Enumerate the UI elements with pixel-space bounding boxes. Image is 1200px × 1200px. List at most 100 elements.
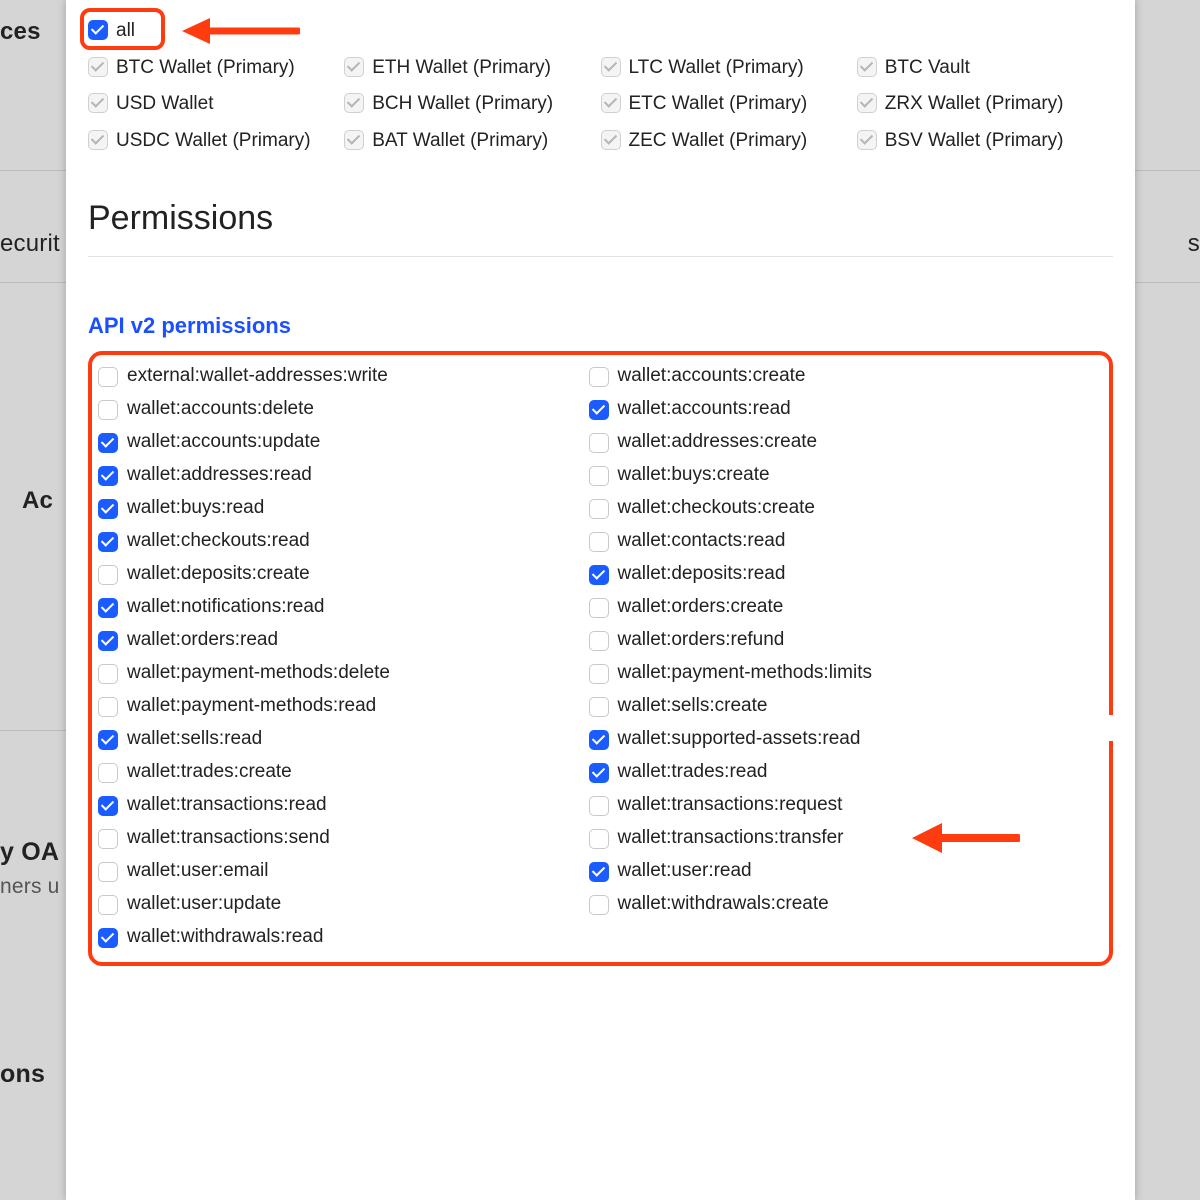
permission-item[interactable]: wallet:payment-methods:delete bbox=[98, 662, 579, 684]
checkbox[interactable] bbox=[589, 598, 609, 618]
permission-item[interactable]: wallet:user:read bbox=[589, 860, 1070, 882]
checkbox[interactable] bbox=[589, 829, 609, 849]
permission-item[interactable]: wallet:transactions:request bbox=[589, 794, 1070, 816]
account-item[interactable]: USD Wallet bbox=[88, 91, 344, 118]
account-item[interactable]: BCH Wallet (Primary) bbox=[344, 91, 600, 118]
permission-label: wallet:accounts:delete bbox=[127, 398, 314, 420]
permission-item[interactable]: wallet:accounts:read bbox=[589, 398, 1070, 420]
checkbox[interactable] bbox=[98, 631, 118, 651]
checkbox[interactable] bbox=[98, 598, 118, 618]
checkbox[interactable] bbox=[98, 763, 118, 783]
account-item[interactable]: USDC Wallet (Primary) bbox=[88, 128, 344, 155]
checkbox[interactable] bbox=[589, 631, 609, 651]
permission-item[interactable]: wallet:withdrawals:read bbox=[98, 926, 579, 948]
account-item[interactable]: ETH Wallet (Primary) bbox=[344, 55, 600, 82]
checkbox[interactable] bbox=[98, 895, 118, 915]
checkbox[interactable] bbox=[601, 93, 621, 113]
checkbox[interactable] bbox=[857, 93, 877, 113]
permission-item[interactable]: wallet:orders:read bbox=[98, 629, 579, 651]
permission-item[interactable]: wallet:buys:create bbox=[589, 464, 1070, 486]
checkbox[interactable] bbox=[589, 730, 609, 750]
checkbox-all[interactable] bbox=[88, 20, 108, 40]
checkbox[interactable] bbox=[98, 466, 118, 486]
permission-item[interactable]: wallet:accounts:delete bbox=[98, 398, 579, 420]
checkbox[interactable] bbox=[98, 367, 118, 387]
permission-item[interactable]: wallet:payment-methods:read bbox=[98, 695, 579, 717]
permission-item[interactable]: wallet:addresses:read bbox=[98, 464, 579, 486]
checkbox[interactable] bbox=[857, 130, 877, 150]
checkbox[interactable] bbox=[98, 730, 118, 750]
permission-item[interactable]: wallet:sells:read bbox=[98, 728, 579, 750]
permission-item[interactable]: wallet:contacts:read bbox=[589, 530, 1070, 552]
permission-item[interactable]: wallet:buys:read bbox=[98, 497, 579, 519]
checkbox[interactable] bbox=[98, 532, 118, 552]
checkbox[interactable] bbox=[857, 57, 877, 77]
checkbox[interactable] bbox=[98, 400, 118, 420]
permission-label: wallet:withdrawals:read bbox=[127, 926, 323, 948]
checkbox[interactable] bbox=[344, 130, 364, 150]
permission-item[interactable]: wallet:checkouts:create bbox=[589, 497, 1070, 519]
account-item[interactable]: BTC Vault bbox=[857, 55, 1113, 82]
account-item[interactable]: ZRX Wallet (Primary) bbox=[857, 91, 1113, 118]
checkbox[interactable] bbox=[88, 57, 108, 77]
checkbox[interactable] bbox=[344, 57, 364, 77]
account-item[interactable]: BAT Wallet (Primary) bbox=[344, 128, 600, 155]
checkbox[interactable] bbox=[589, 763, 609, 783]
checkbox[interactable] bbox=[589, 697, 609, 717]
checkbox[interactable] bbox=[344, 93, 364, 113]
permission-item[interactable]: wallet:accounts:create bbox=[589, 365, 1070, 387]
checkbox[interactable] bbox=[98, 664, 118, 684]
checkbox[interactable] bbox=[589, 532, 609, 552]
checkbox[interactable] bbox=[589, 565, 609, 585]
permission-item[interactable]: wallet:transactions:send bbox=[98, 827, 579, 849]
checkbox[interactable] bbox=[88, 130, 108, 150]
checkbox[interactable] bbox=[98, 433, 118, 453]
checkbox[interactable] bbox=[98, 862, 118, 882]
account-item[interactable]: BSV Wallet (Primary) bbox=[857, 128, 1113, 155]
permission-item[interactable]: wallet:deposits:read bbox=[589, 563, 1070, 585]
checkbox[interactable] bbox=[589, 499, 609, 519]
checkbox[interactable] bbox=[98, 565, 118, 585]
checkbox[interactable] bbox=[589, 862, 609, 882]
permission-item[interactable]: wallet:trades:read bbox=[589, 761, 1070, 783]
permission-item[interactable]: wallet:checkouts:read bbox=[98, 530, 579, 552]
permission-item[interactable]: wallet:sells:create bbox=[589, 695, 1070, 717]
permission-item[interactable]: wallet:supported-assets:read bbox=[589, 728, 1070, 750]
permission-item[interactable]: wallet:accounts:update bbox=[98, 431, 579, 453]
checkbox[interactable] bbox=[98, 697, 118, 717]
checkbox[interactable] bbox=[589, 400, 609, 420]
permission-label: wallet:transactions:transfer bbox=[618, 827, 844, 849]
permission-item[interactable]: wallet:user:update bbox=[98, 893, 579, 915]
checkbox[interactable] bbox=[98, 928, 118, 948]
checkbox[interactable] bbox=[589, 367, 609, 387]
checkbox[interactable] bbox=[589, 433, 609, 453]
checkbox[interactable] bbox=[98, 499, 118, 519]
account-item[interactable]: BTC Wallet (Primary) bbox=[88, 55, 344, 82]
checkbox[interactable] bbox=[88, 93, 108, 113]
permission-item[interactable]: wallet:deposits:create bbox=[98, 563, 579, 585]
account-item[interactable]: LTC Wallet (Primary) bbox=[601, 55, 857, 82]
permission-item[interactable]: wallet:orders:create bbox=[589, 596, 1070, 618]
permission-item[interactable]: external:wallet-addresses:write bbox=[98, 365, 579, 387]
checkbox[interactable] bbox=[589, 466, 609, 486]
permission-label: wallet:supported-assets:read bbox=[618, 728, 861, 750]
permission-item[interactable]: wallet:withdrawals:create bbox=[589, 893, 1070, 915]
permission-item[interactable]: wallet:user:email bbox=[98, 860, 579, 882]
checkbox[interactable] bbox=[589, 664, 609, 684]
account-item[interactable]: ETC Wallet (Primary) bbox=[601, 91, 857, 118]
permission-label: wallet:transactions:request bbox=[618, 794, 843, 816]
permission-item[interactable]: wallet:orders:refund bbox=[589, 629, 1070, 651]
checkbox[interactable] bbox=[601, 130, 621, 150]
checkbox[interactable] bbox=[601, 57, 621, 77]
checkbox[interactable] bbox=[98, 796, 118, 816]
checkbox[interactable] bbox=[589, 796, 609, 816]
checkbox[interactable] bbox=[589, 895, 609, 915]
permission-item[interactable]: wallet:transactions:read bbox=[98, 794, 579, 816]
permission-label: wallet:addresses:create bbox=[618, 431, 818, 453]
permission-item[interactable]: wallet:addresses:create bbox=[589, 431, 1070, 453]
permission-item[interactable]: wallet:payment-methods:limits bbox=[589, 662, 1070, 684]
account-item[interactable]: ZEC Wallet (Primary) bbox=[601, 128, 857, 155]
permission-item[interactable]: wallet:trades:create bbox=[98, 761, 579, 783]
checkbox[interactable] bbox=[98, 829, 118, 849]
permission-item[interactable]: wallet:notifications:read bbox=[98, 596, 579, 618]
